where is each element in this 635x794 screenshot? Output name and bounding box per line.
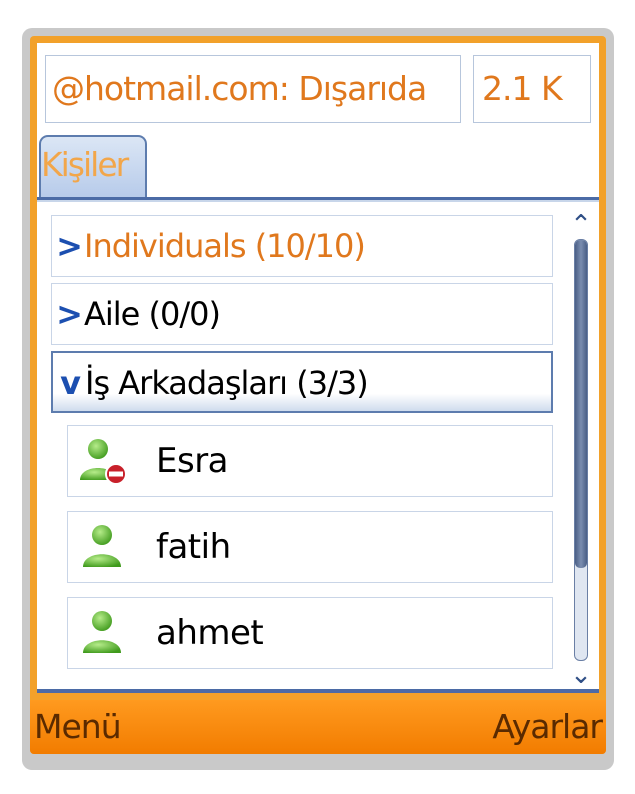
user-online-icon bbox=[83, 525, 121, 567]
contact-list: >Individuals (10/10) >Aile (0/0) v İş Ark… bbox=[37, 215, 567, 681]
tab-divider-highlight bbox=[37, 200, 599, 202]
chevron-down-icon: v bbox=[60, 364, 81, 402]
group-row-family[interactable]: >Aile (0/0) bbox=[51, 283, 553, 345]
settings-softkey[interactable]: Ayarlar bbox=[492, 700, 603, 754]
user-online-icon bbox=[83, 611, 121, 653]
tab-strip: Kişiler bbox=[37, 133, 599, 202]
group-row-coworkers[interactable]: v İş Arkadaşları (3/3) bbox=[51, 351, 553, 413]
scrollbar[interactable]: ⌃ ⌄ bbox=[567, 212, 595, 688]
group-label: İş Arkadaşları (3/3) bbox=[85, 364, 369, 402]
scroll-thumb[interactable] bbox=[575, 240, 587, 568]
group-row-individuals[interactable]: >Individuals (10/10) bbox=[51, 215, 553, 277]
account-status[interactable]: @hotmail.com: Dışarıda bbox=[45, 55, 461, 123]
menu-softkey[interactable]: Menü bbox=[34, 700, 122, 754]
data-size-indicator: 2.1 K bbox=[473, 55, 591, 123]
softkey-bar: Menü Ayarlar bbox=[30, 700, 606, 754]
contact-row-esra[interactable]: Esra bbox=[67, 425, 553, 497]
chevron-right-icon: > bbox=[56, 295, 83, 333]
scroll-down-icon[interactable]: ⌄ bbox=[567, 662, 595, 688]
contact-name: fatih bbox=[156, 527, 231, 567]
contact-row-fatih[interactable]: fatih bbox=[67, 511, 553, 583]
app-frame: @hotmail.com: Dışarıda 2.1 K Kişiler >In… bbox=[30, 36, 606, 754]
contact-name: Esra bbox=[156, 441, 229, 481]
tab-contacts[interactable]: Kişiler bbox=[39, 135, 147, 197]
contact-name: ahmet bbox=[156, 613, 264, 653]
contact-row-ahmet[interactable]: ahmet bbox=[67, 597, 553, 669]
user-busy-icon bbox=[80, 439, 127, 485]
group-label: Aile (0/0) bbox=[84, 295, 221, 333]
bottom-divider bbox=[37, 689, 599, 693]
messenger-screen: @hotmail.com: Dışarıda 2.1 K Kişiler >In… bbox=[37, 43, 599, 693]
chevron-right-icon: > bbox=[56, 227, 83, 265]
status-bar: @hotmail.com: Dışarıda 2.1 K bbox=[45, 55, 593, 125]
scroll-up-icon[interactable]: ⌃ bbox=[567, 212, 595, 238]
phone-device: @hotmail.com: Dışarıda 2.1 K Kişiler >In… bbox=[22, 28, 614, 770]
scroll-track[interactable] bbox=[574, 239, 588, 661]
group-label: Individuals (10/10) bbox=[84, 227, 366, 265]
